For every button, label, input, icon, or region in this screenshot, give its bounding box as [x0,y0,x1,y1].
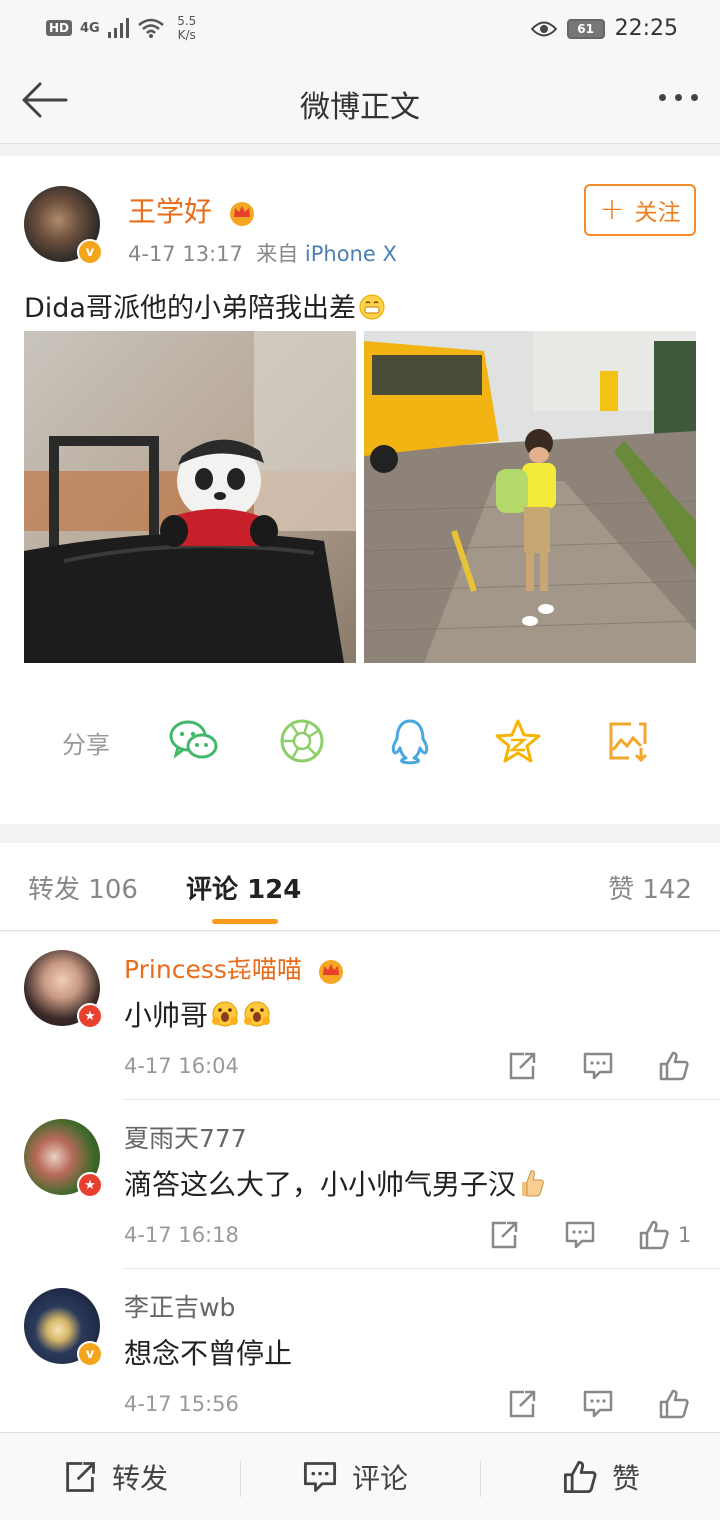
signal-icon [107,18,129,38]
vip-crown-icon [229,202,254,226]
comment-like-button[interactable]: 1 [638,1215,691,1255]
comment-text: 滴答这么大了，小小帅气男子汉 [124,1163,546,1203]
author-avatar[interactable]: v [24,186,103,265]
comment-reply-button[interactable] [582,1384,614,1424]
eye-icon [530,21,557,36]
save-image-button[interactable] [598,711,658,771]
repost-icon [491,1221,518,1249]
author-name[interactable]: 王学好 [128,190,257,230]
share-label: 分享 [62,731,110,759]
repost-icon [66,1462,95,1492]
post-meta: 4-17 13:17 来自 iPhone X [128,242,397,266]
hug-emoji-icon [244,1001,271,1027]
panda-on-luggage-image [24,331,356,663]
post-text: Dida哥派他的小弟陪我出差 [24,286,386,325]
divider [240,1461,241,1497]
hd-indicator: HD [46,20,73,36]
more-options-button[interactable] [659,94,698,101]
active-tab-indicator [212,919,278,924]
tab-like[interactable]: 赞 142 [608,869,692,906]
comment-text: 想念不曾停止 [124,1337,293,1370]
moments-icon [280,719,324,763]
comment-reply-button[interactable] [582,1046,614,1086]
comment-repost-button[interactable] [488,1215,520,1255]
share-qzone-button[interactable] [488,711,548,771]
comment-bubble-icon [565,1221,595,1249]
post-photo-2[interactable] [364,331,696,663]
comment-bubble-icon [583,1390,613,1418]
comment-item: v 李正吉wb 想念不曾停止 4-17 15:56 [0,1270,720,1438]
divider [480,1461,481,1497]
commenter-name[interactable]: 李正吉wb [124,1288,235,1324]
status-bar: HD 4G 5.5 K/s 61 22:25 [0,0,720,58]
comment-reply-button[interactable] [564,1215,596,1255]
commenter-avatar[interactable]: v [24,1288,103,1367]
network-speed: 5.5 K/s [177,14,197,42]
top-nav-bar: 微博正文 [0,58,720,144]
interaction-tabs: 转发 106 评论 124 赞 142 [0,843,720,931]
thumbs-up-icon [659,1051,689,1081]
comment-button[interactable]: 评论 [302,1433,408,1520]
qq-penguin-icon [391,719,429,765]
wechat-icon [169,720,218,759]
comment-repost-button[interactable] [506,1046,538,1086]
share-moments-button[interactable] [272,711,332,771]
repost-button[interactable]: 转发 [62,1433,168,1520]
post-photo-1[interactable] [24,331,356,663]
vip-crown-icon [318,960,343,984]
tab-repost[interactable]: 转发 106 [28,869,138,906]
boy-walking-street-image [364,331,696,663]
bottom-action-bar: 转发 评论 赞 [0,1432,720,1520]
share-qq-button[interactable] [380,711,440,771]
post-card: v 王学好 4-17 13:17 来自 iPhone X + 关注 Dida哥派… [0,156,720,824]
follow-button[interactable]: + 关注 [584,184,696,236]
comment-divider [124,1099,720,1100]
comment-like-button[interactable] [658,1046,698,1086]
verified-badge-icon: v [77,1341,103,1367]
tab-comment[interactable]: 评论 124 [186,869,301,906]
thumbs-up-icon [563,1460,597,1494]
grin-emoji-icon [359,294,385,320]
comment-list: ★ Princess㐂喵喵 小帅哥 4-17 16:04 ★ 夏雨天777 滴答… [0,932,720,1432]
comment-bubble-icon [303,1462,337,1492]
save-image-icon [609,722,648,763]
member-badge-icon: ★ [77,1003,103,1029]
comment-item: ★ 夏雨天777 滴答这么大了，小小帅气男子汉 4-17 16:18 1 [0,1101,720,1269]
comment-bubble-icon [583,1052,613,1080]
comment-item: ★ Princess㐂喵喵 小帅哥 4-17 16:04 [0,932,720,1100]
comment-like-button[interactable] [658,1384,698,1424]
wifi-icon [137,18,164,38]
comment-time: 4-17 15:56 [124,1392,239,1416]
verified-badge-icon: v [77,239,103,265]
comment-divider [124,1268,720,1269]
commenter-name[interactable]: Princess㐂喵喵 [124,950,346,986]
thumbs-up-emoji-icon [522,1170,544,1197]
commenter-avatar[interactable]: ★ [24,950,103,1029]
member-badge-icon: ★ [77,1172,103,1198]
comment-time: 4-17 16:04 [124,1054,239,1078]
battery-indicator: 61 [566,18,605,39]
network-type: 4G [80,20,100,36]
page-title: 微博正文 [300,90,420,125]
post-source[interactable]: iPhone X [305,242,397,266]
comment-text: 小帅哥 [124,994,272,1034]
thumbs-up-icon [639,1220,669,1250]
commenter-name[interactable]: 夏雨天777 [124,1119,247,1155]
hug-emoji-icon [212,1001,239,1027]
commenter-avatar[interactable]: ★ [24,1119,103,1198]
repost-icon [509,1390,536,1418]
comment-time: 4-17 16:18 [124,1223,239,1247]
comment-repost-button[interactable] [506,1384,538,1424]
share-row: 分享 [0,711,720,771]
clock: 22:25 [614,16,678,41]
like-button[interactable]: 赞 [562,1433,640,1520]
plus-icon: + [599,192,625,227]
star-icon [495,719,541,763]
share-wechat-button[interactable] [164,711,224,771]
comment-like-count: 1 [678,1223,692,1247]
thumbs-up-icon [659,1389,689,1419]
repost-icon [509,1052,536,1080]
